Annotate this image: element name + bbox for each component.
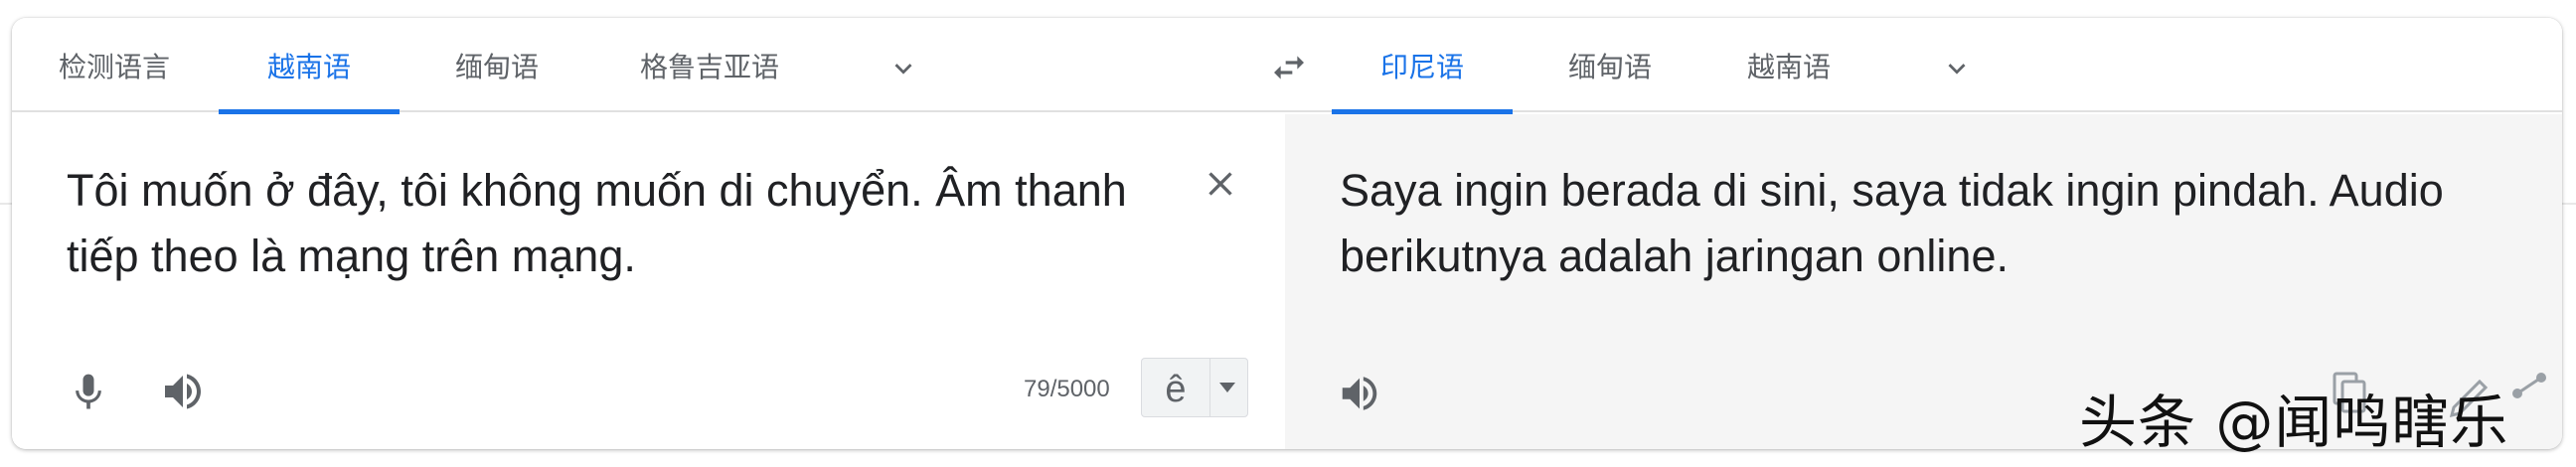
tab-target-vietnamese[interactable]: 越南语 (1709, 18, 1868, 112)
caret-down-icon[interactable] (1219, 383, 1235, 392)
chevron-down-icon[interactable] (886, 52, 920, 85)
tab-target-burmese[interactable]: 缅甸语 (1530, 18, 1690, 112)
swap-languages-icon[interactable] (1266, 48, 1312, 87)
microphone-icon[interactable] (67, 368, 110, 417)
volume-icon[interactable] (159, 368, 207, 415)
input-tool-divider (1209, 359, 1210, 416)
tab-target-indonesian[interactable]: 印尼语 (1332, 18, 1513, 114)
input-tool-char: ê (1165, 369, 1187, 410)
close-icon[interactable] (1201, 164, 1240, 204)
chevron-down-icon[interactable] (1940, 52, 1974, 85)
input-tools-button[interactable]: ê (1141, 358, 1248, 417)
language-tab-bar: 检测语言 越南语 缅甸语 格鲁吉亚语 印尼语 缅甸语 越南语 (12, 18, 2562, 114)
watermark: 头条 @闻鸣瞎乐 (2079, 389, 2509, 456)
tab-source-georgian[interactable]: 格鲁吉亚语 (600, 18, 819, 112)
share-icon[interactable] (2512, 373, 2546, 398)
tab-source-burmese[interactable]: 缅甸语 (417, 18, 576, 112)
volume-icon[interactable] (1337, 371, 1382, 416)
source-text-input[interactable]: Tôi muốn ở đây, tôi không muốn di chuyển… (67, 158, 1180, 289)
character-counter: 79/5000 (1024, 376, 1110, 402)
source-panel: Tôi muốn ở đây, tôi không muốn di chuyển… (12, 114, 1285, 449)
tab-source-vietnamese[interactable]: 越南语 (219, 18, 400, 114)
tab-detect-language[interactable]: 检测语言 (34, 18, 195, 112)
translated-text: Saya ingin berada di sini, saya tidak in… (1340, 165, 2444, 281)
